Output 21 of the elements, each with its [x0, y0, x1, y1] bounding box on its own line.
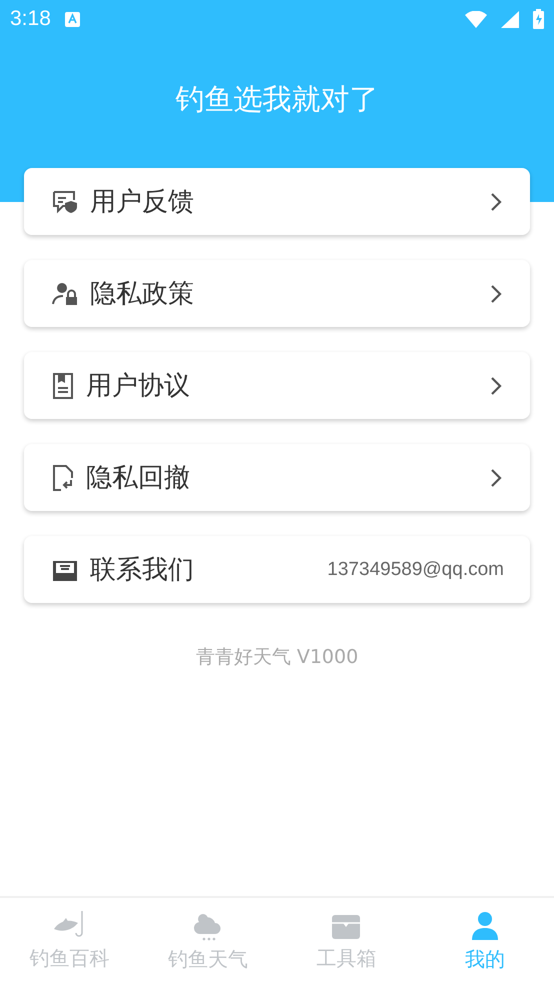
chevron-right-icon [490, 468, 502, 488]
user-lock-icon [52, 282, 78, 306]
page-title: 钓鱼选我就对了 [174, 81, 380, 118]
status-time: 3:18 [10, 7, 51, 31]
keyboard-notification-icon [64, 12, 80, 26]
chat-shield-icon [52, 190, 78, 214]
menu-item[interactable]: 隐私回撤 [24, 444, 530, 511]
menu-item[interactable]: 用户反馈 [24, 168, 530, 235]
menu-item[interactable]: 用户协议 [24, 352, 530, 419]
chevron-right-icon [490, 376, 502, 396]
user-icon [470, 910, 500, 942]
document-icon [52, 372, 74, 398]
file-return-icon [52, 464, 74, 490]
menu-item[interactable]: 联系我们 137349589@qq.com [24, 536, 530, 603]
chevron-right-icon [490, 284, 502, 304]
signal-icon [501, 10, 519, 28]
menu-item[interactable]: 隐私政策 [24, 260, 530, 327]
version-text: 青青好天气 V1000 [194, 645, 360, 670]
chevron-right-icon [490, 192, 502, 212]
battery-icon [533, 9, 544, 29]
wifi-icon [465, 10, 487, 28]
